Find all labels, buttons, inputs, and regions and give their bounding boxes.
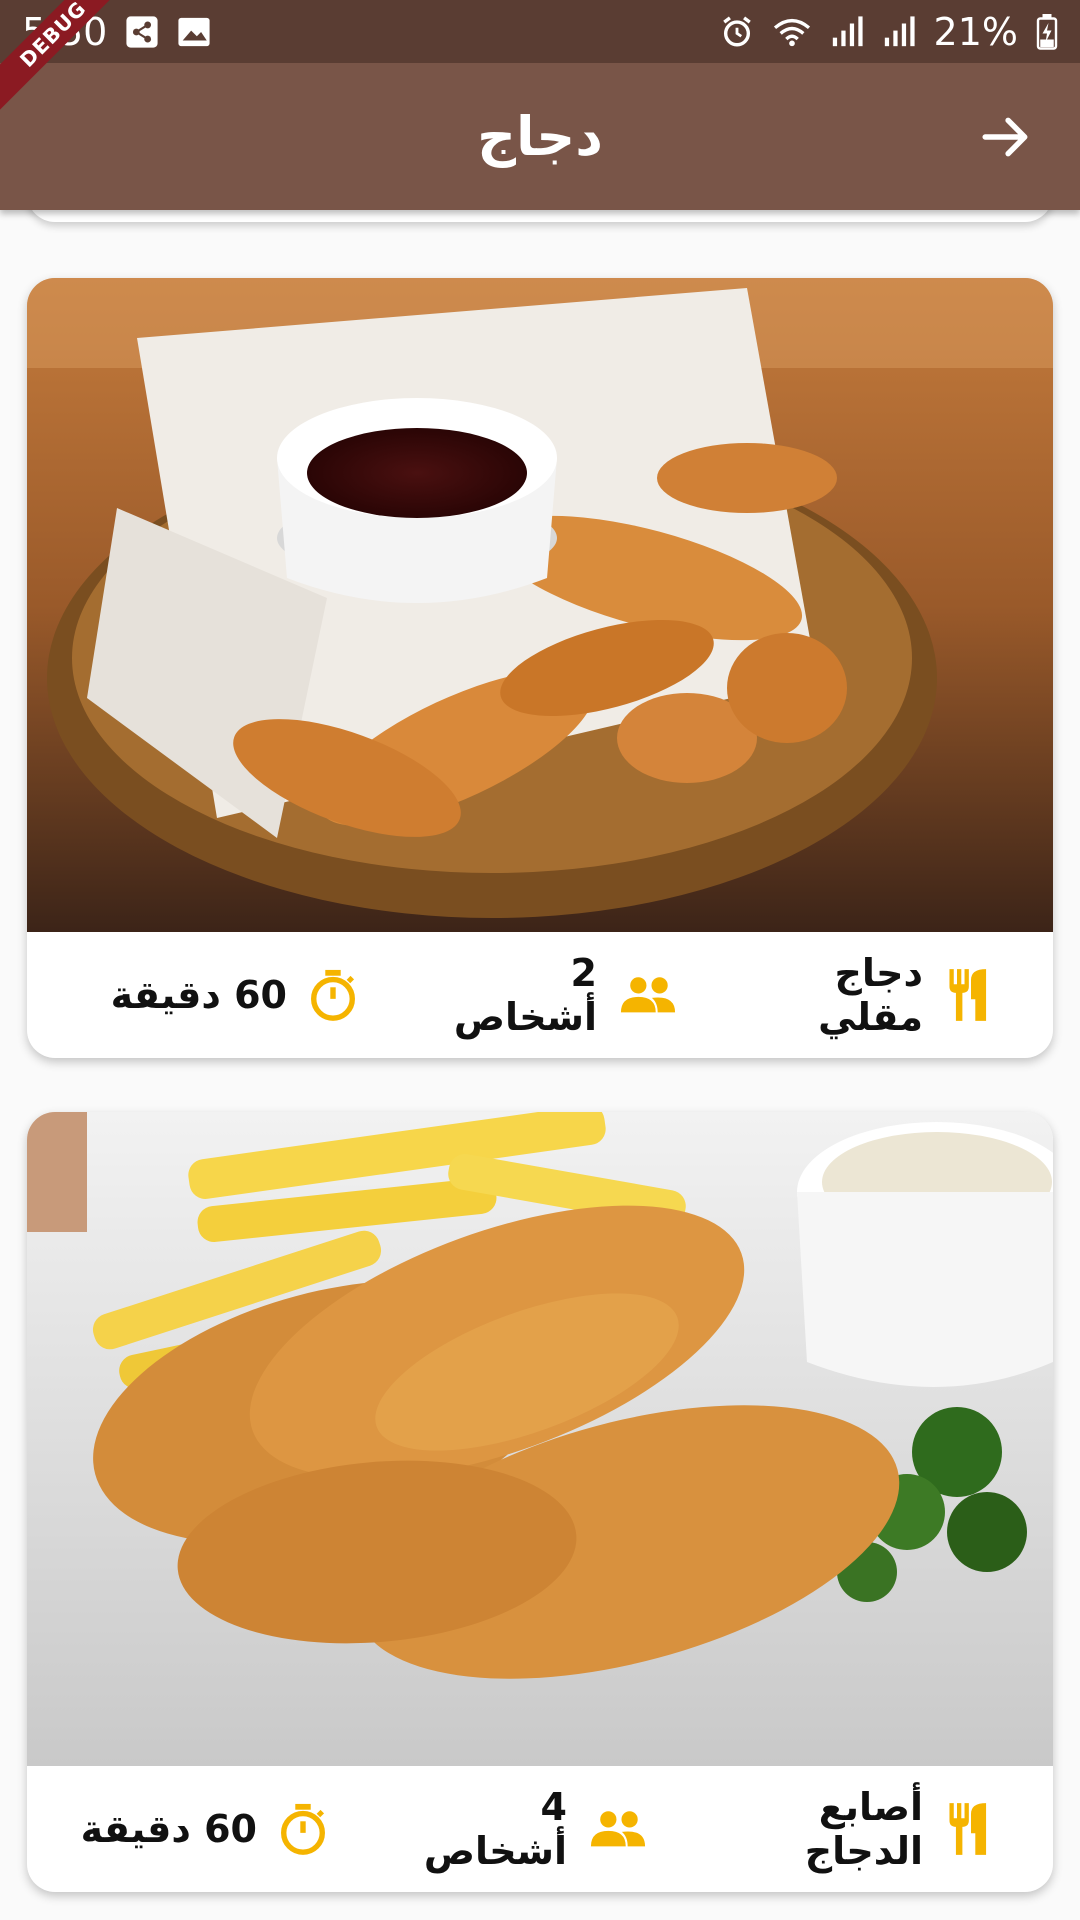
wifi-icon <box>772 15 812 49</box>
recipe-info: أصابع الدجاج 4 أشخاص 60 دقيقة <box>27 1766 1053 1892</box>
recipe-name-meta: أصابع الدجاج <box>697 1785 997 1873</box>
arrow-right-icon <box>982 117 1028 157</box>
image-icon <box>177 15 211 49</box>
servings: 4 أشخاص <box>423 1785 567 1873</box>
people-icon <box>619 975 677 1015</box>
signal-icon <box>882 15 916 49</box>
cook-time: 60 دقيقة <box>110 973 287 1017</box>
page-title: دجاج <box>477 105 603 168</box>
recipe-name: دجاج مقلي <box>818 951 923 1039</box>
recipe-card[interactable]: أصابع الدجاج 4 أشخاص 60 دقيقة <box>27 1112 1053 1892</box>
recipe-name: أصابع الدجاج <box>804 1785 923 1873</box>
status-bar: 5:50 21% <box>0 0 1080 63</box>
servings-meta: 4 أشخاص <box>387 1785 647 1873</box>
restaurant-icon <box>945 967 997 1023</box>
signal-icon <box>830 15 864 49</box>
recipe-card[interactable]: دجاج مقلي 2 أشخاص 60 دقيقة <box>27 278 1053 1058</box>
back-button[interactable] <box>976 107 1036 167</box>
recipe-info: دجاج مقلي 2 أشخاص 60 دقيقة <box>27 932 1053 1058</box>
cook-time: 60 دقيقة <box>80 1807 257 1851</box>
time-meta: 60 دقيقة <box>81 1802 327 1856</box>
status-right: 21% <box>720 10 1058 54</box>
battery-percent: 21% <box>933 9 1018 54</box>
recipe-name-meta: دجاج مقلي <box>747 951 997 1039</box>
time-meta: 60 دقيقة <box>111 968 357 1022</box>
recipe-image <box>27 278 1053 932</box>
alarm-icon <box>720 15 754 49</box>
battery-icon <box>1036 13 1058 50</box>
servings: 2 أشخاص <box>453 951 597 1039</box>
share-icon <box>125 15 159 49</box>
recipe-image <box>27 1112 1053 1766</box>
people-icon <box>589 1809 647 1849</box>
timer-icon <box>279 1802 327 1856</box>
app-bar: دجاج <box>0 63 1080 210</box>
timer-icon <box>309 968 357 1022</box>
restaurant-icon <box>945 1801 997 1857</box>
servings-meta: 2 أشخاص <box>417 951 677 1039</box>
